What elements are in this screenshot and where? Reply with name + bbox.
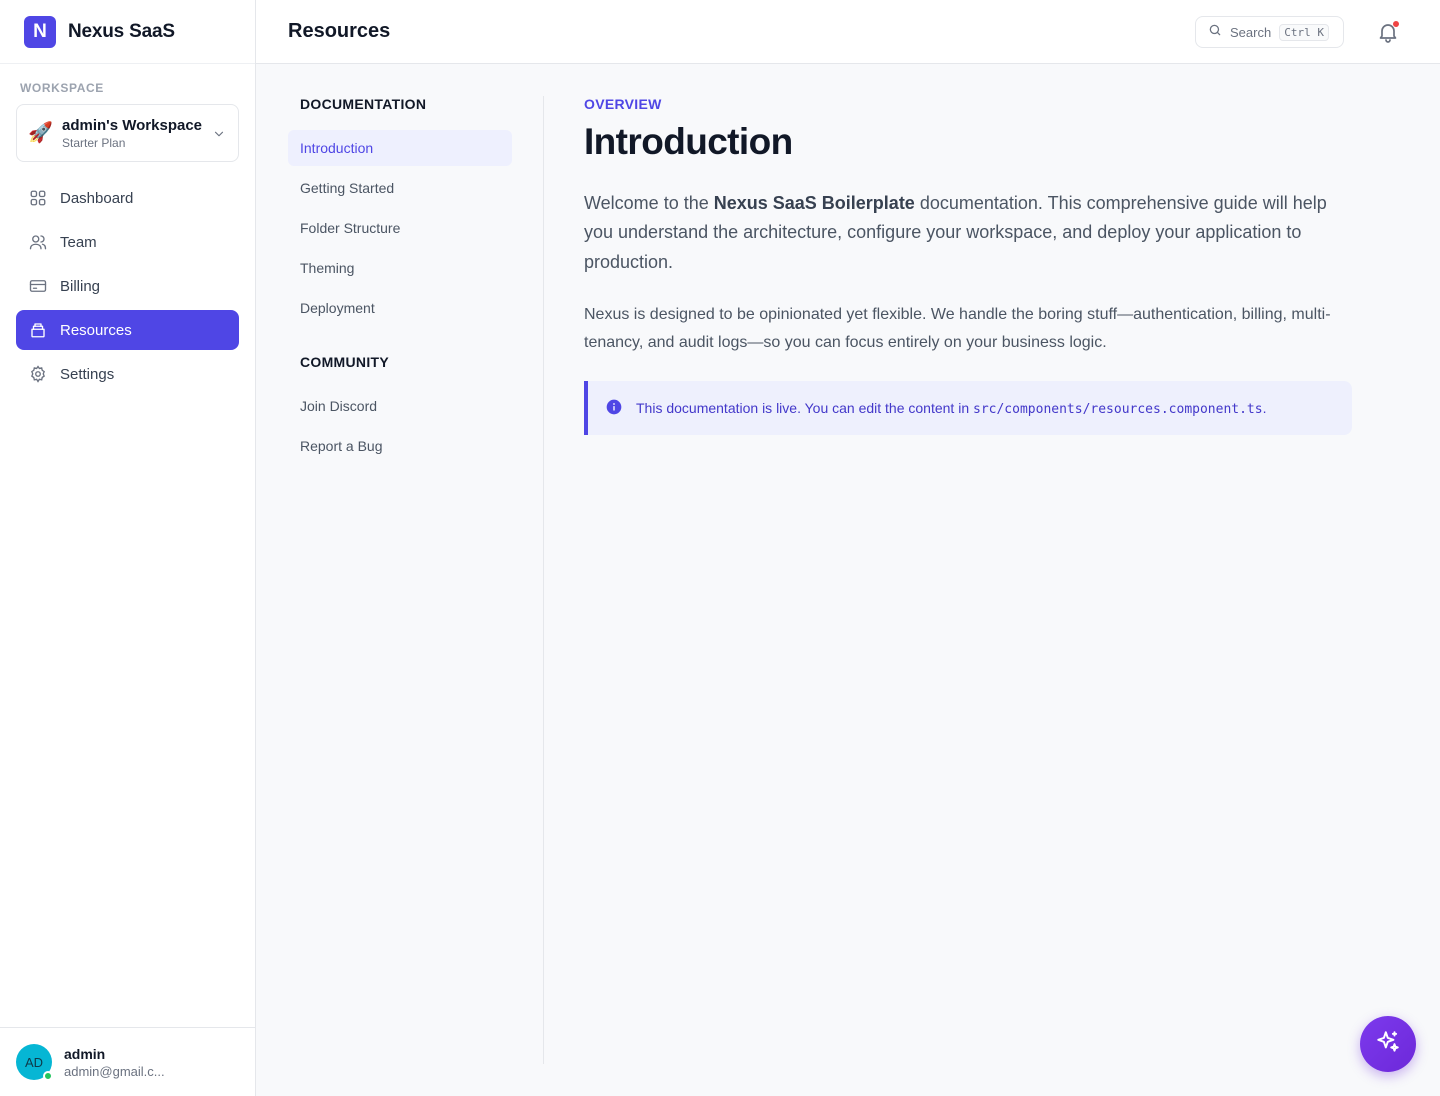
- user-email: admin@gmail.c...: [64, 1063, 165, 1079]
- sidebar: N Nexus SaaS WORKSPACE 🚀 admin's Workspa…: [0, 0, 256, 1096]
- sidebar-item-settings[interactable]: Settings: [16, 354, 239, 394]
- sidebar-item-label: Dashboard: [60, 189, 134, 207]
- docs-item-introduction[interactable]: Introduction: [288, 130, 512, 166]
- ai-assistant-button[interactable]: [1360, 1016, 1416, 1072]
- docs-section-heading: COMMUNITY: [300, 354, 390, 370]
- search-icon: [1208, 23, 1222, 42]
- user-name: admin: [64, 1045, 106, 1062]
- callout-period: .: [1262, 399, 1267, 416]
- callout-code-path: src/components/resources.component.ts: [973, 401, 1263, 417]
- docs-item-theming[interactable]: Theming: [288, 250, 512, 286]
- lead-product-name: Nexus SaaS Boilerplate: [713, 192, 915, 213]
- docs-item-report-bug[interactable]: Report a Bug: [288, 428, 512, 464]
- notification-badge: [1393, 21, 1399, 27]
- sidebar-item-label: Team: [60, 233, 97, 251]
- top-header: Resources Search Ctrl K: [256, 0, 1440, 64]
- docs-item-deployment[interactable]: Deployment: [288, 290, 512, 326]
- search-shortcut: Ctrl K: [1279, 23, 1329, 41]
- brand-logo: N: [24, 15, 56, 48]
- search-button[interactable]: Search Ctrl K: [1195, 16, 1344, 48]
- callout-text: This documentation is live. You can edit…: [636, 400, 1266, 417]
- avatar-initials: AD: [24, 1054, 44, 1070]
- notifications-button[interactable]: [1376, 20, 1400, 44]
- workspace-name: admin's Workspace: [62, 116, 203, 134]
- brand-name: Nexus SaaS: [68, 20, 175, 42]
- workspace-switcher[interactable]: 🚀 admin's Workspace Starter Plan: [16, 104, 239, 162]
- search-label: Search: [1230, 24, 1272, 40]
- lead-text-start: Welcome to the: [584, 192, 714, 213]
- article: OVERVIEW Introduction Welcome to the Nex…: [584, 96, 1352, 436]
- users-icon: [28, 232, 48, 252]
- article-lead: Welcome to the Nexus SaaS Boilerplate do…: [584, 189, 1352, 278]
- docs-item-folder-structure[interactable]: Folder Structure: [288, 210, 512, 246]
- page-title: Resources: [288, 20, 391, 42]
- user-profile[interactable]: AD admin admin@gmail.c...: [0, 1027, 255, 1096]
- docs-section-heading: DOCUMENTATION: [300, 96, 427, 112]
- article-eyebrow: OVERVIEW: [584, 96, 662, 112]
- sidebar-nav: Dashboard Team Billing Resources Setting…: [16, 178, 239, 398]
- info-callout: This documentation is live. You can edit…: [584, 381, 1352, 436]
- docs-nav: DOCUMENTATION Introduction Getting Start…: [288, 96, 512, 468]
- online-status-dot: [43, 1071, 53, 1081]
- brand[interactable]: N Nexus SaaS: [0, 0, 255, 64]
- sidebar-item-resources[interactable]: Resources: [16, 310, 239, 350]
- credit-card-icon: [28, 276, 48, 296]
- article-title: Introduction: [584, 121, 793, 162]
- docs-item-getting-started[interactable]: Getting Started: [288, 170, 512, 206]
- gear-icon: [28, 364, 48, 384]
- chevron-down-icon: [212, 127, 226, 146]
- bell-icon: [1376, 24, 1400, 48]
- sidebar-item-label: Settings: [60, 365, 115, 383]
- avatar: AD: [16, 1044, 53, 1081]
- sidebar-item-label: Billing: [60, 277, 101, 295]
- info-icon: [606, 399, 622, 418]
- rocket-icon: 🚀: [28, 122, 53, 144]
- grid-icon: [28, 188, 48, 208]
- workspace-plan: Starter Plan: [62, 135, 126, 150]
- workspace-section-label: WORKSPACE: [20, 81, 104, 95]
- docs-item-join-discord[interactable]: Join Discord: [288, 388, 512, 424]
- sidebar-item-dashboard[interactable]: Dashboard: [16, 178, 239, 218]
- content-divider: [543, 96, 544, 1064]
- book-icon: [28, 320, 48, 340]
- sparkles-icon: [1375, 1029, 1401, 1060]
- callout-message: This documentation is live. You can edit…: [636, 399, 973, 416]
- sidebar-item-label: Resources: [60, 321, 132, 339]
- sidebar-item-billing[interactable]: Billing: [16, 266, 239, 306]
- sidebar-item-team[interactable]: Team: [16, 222, 239, 262]
- article-body: Nexus is designed to be opinionated yet …: [584, 306, 1331, 352]
